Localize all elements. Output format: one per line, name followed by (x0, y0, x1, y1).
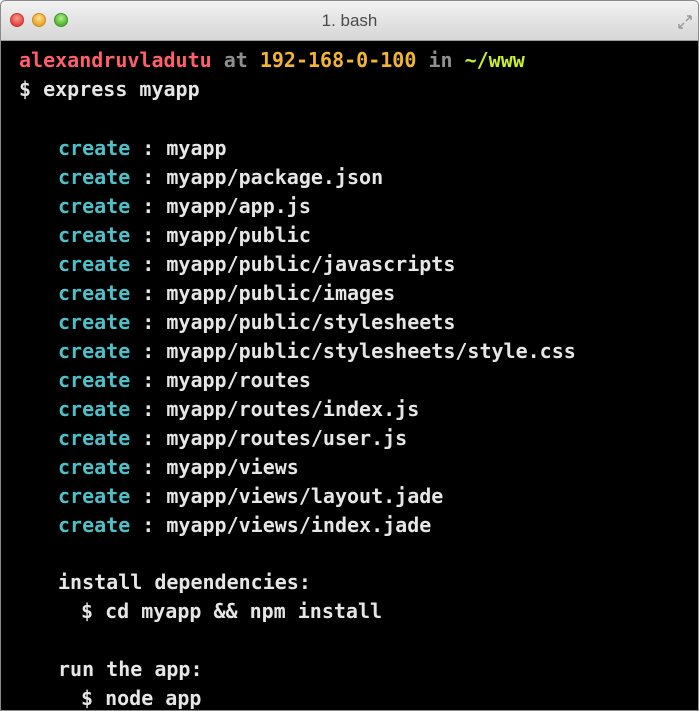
create-label: create (58, 484, 131, 508)
created-path: myapp/views/layout.jade (166, 484, 444, 508)
create-label: create (58, 281, 131, 305)
created-path: myapp/views (166, 455, 299, 479)
create-line: create : myapp/package.json (58, 163, 383, 191)
created-path: myapp/views/index.jade (166, 513, 432, 537)
terminal-window: 1. bash alexandruvladutu at 192-168-0-10… (0, 0, 699, 711)
created-path: myapp (166, 136, 227, 160)
command-text: express myapp (43, 77, 200, 101)
create-label: create (58, 194, 131, 218)
separator: : (142, 368, 155, 392)
created-path: myapp/routes (166, 368, 311, 392)
fullscreen-icon[interactable] (678, 15, 692, 29)
created-path: myapp/public/images (166, 281, 396, 305)
create-line: create : myapp/routes/user.js (58, 424, 407, 452)
create-label: create (58, 397, 131, 421)
create-line: create : myapp/views/index.jade (58, 511, 431, 539)
prompt-user: alexandruvladutu (19, 48, 212, 72)
create-label: create (58, 310, 131, 334)
create-label: create (58, 252, 131, 276)
separator: : (142, 513, 155, 537)
run-command: $ node app (81, 686, 202, 710)
prompt-symbol: $ (19, 77, 32, 101)
create-line: create : myapp/views/layout.jade (58, 482, 443, 510)
create-line: create : myapp/public/images (58, 279, 395, 307)
created-path: myapp/routes/index.js (166, 397, 420, 421)
create-line: create : myapp (58, 134, 227, 162)
create-line: create : myapp/views (58, 453, 299, 481)
create-line: create : myapp/app.js (58, 192, 311, 220)
prompt-dir: ~/www (464, 48, 525, 72)
separator: : (142, 194, 155, 218)
separator: : (142, 165, 155, 189)
create-label: create (58, 426, 131, 450)
prompt-in: in (428, 48, 453, 72)
created-path: myapp/public (166, 223, 311, 247)
separator: : (142, 426, 155, 450)
separator: : (142, 484, 155, 508)
command-line: $ express myapp (19, 75, 200, 103)
create-label: create (58, 455, 131, 479)
separator: : (142, 252, 155, 276)
create-line: create : myapp/public (58, 221, 311, 249)
install-command: $ cd myapp && npm install (81, 599, 383, 623)
create-label: create (58, 223, 131, 247)
separator: : (142, 310, 155, 334)
created-path: myapp/public/stylesheets (166, 310, 456, 334)
create-line: create : myapp/routes/index.js (58, 395, 419, 423)
title-bar[interactable]: 1. bash (1, 1, 698, 41)
created-path: myapp/app.js (166, 194, 311, 218)
create-label: create (58, 368, 131, 392)
created-path: myapp/routes/user.js (166, 426, 408, 450)
create-line: create : myapp/public/javascripts (58, 250, 455, 278)
create-line: create : myapp/routes (58, 366, 311, 394)
create-label: create (58, 339, 131, 363)
separator: : (142, 281, 155, 305)
prompt-line: alexandruvladutu at 192-168-0-100 in ~/w… (19, 46, 525, 74)
create-line: create : myapp/public/stylesheets (58, 308, 455, 336)
create-label: create (58, 136, 131, 160)
create-label: create (58, 165, 131, 189)
terminal-output[interactable]: alexandruvladutu at 192-168-0-100 in ~/w… (1, 41, 698, 710)
separator: : (142, 136, 155, 160)
separator: : (142, 397, 155, 421)
install-heading: install dependencies: (58, 570, 311, 594)
create-label: create (58, 513, 131, 537)
separator: : (142, 455, 155, 479)
run-heading: run the app: (58, 657, 203, 681)
create-line: create : myapp/public/stylesheets/style.… (58, 337, 576, 365)
separator: : (142, 339, 155, 363)
created-path: myapp/package.json (166, 165, 384, 189)
window-title: 1. bash (321, 11, 378, 30)
created-path: myapp/public/javascripts (166, 252, 456, 276)
created-path: myapp/public/stylesheets/style.css (166, 339, 576, 363)
prompt-host: 192-168-0-100 (259, 48, 417, 72)
separator: : (142, 223, 155, 247)
prompt-at: at (223, 48, 248, 72)
